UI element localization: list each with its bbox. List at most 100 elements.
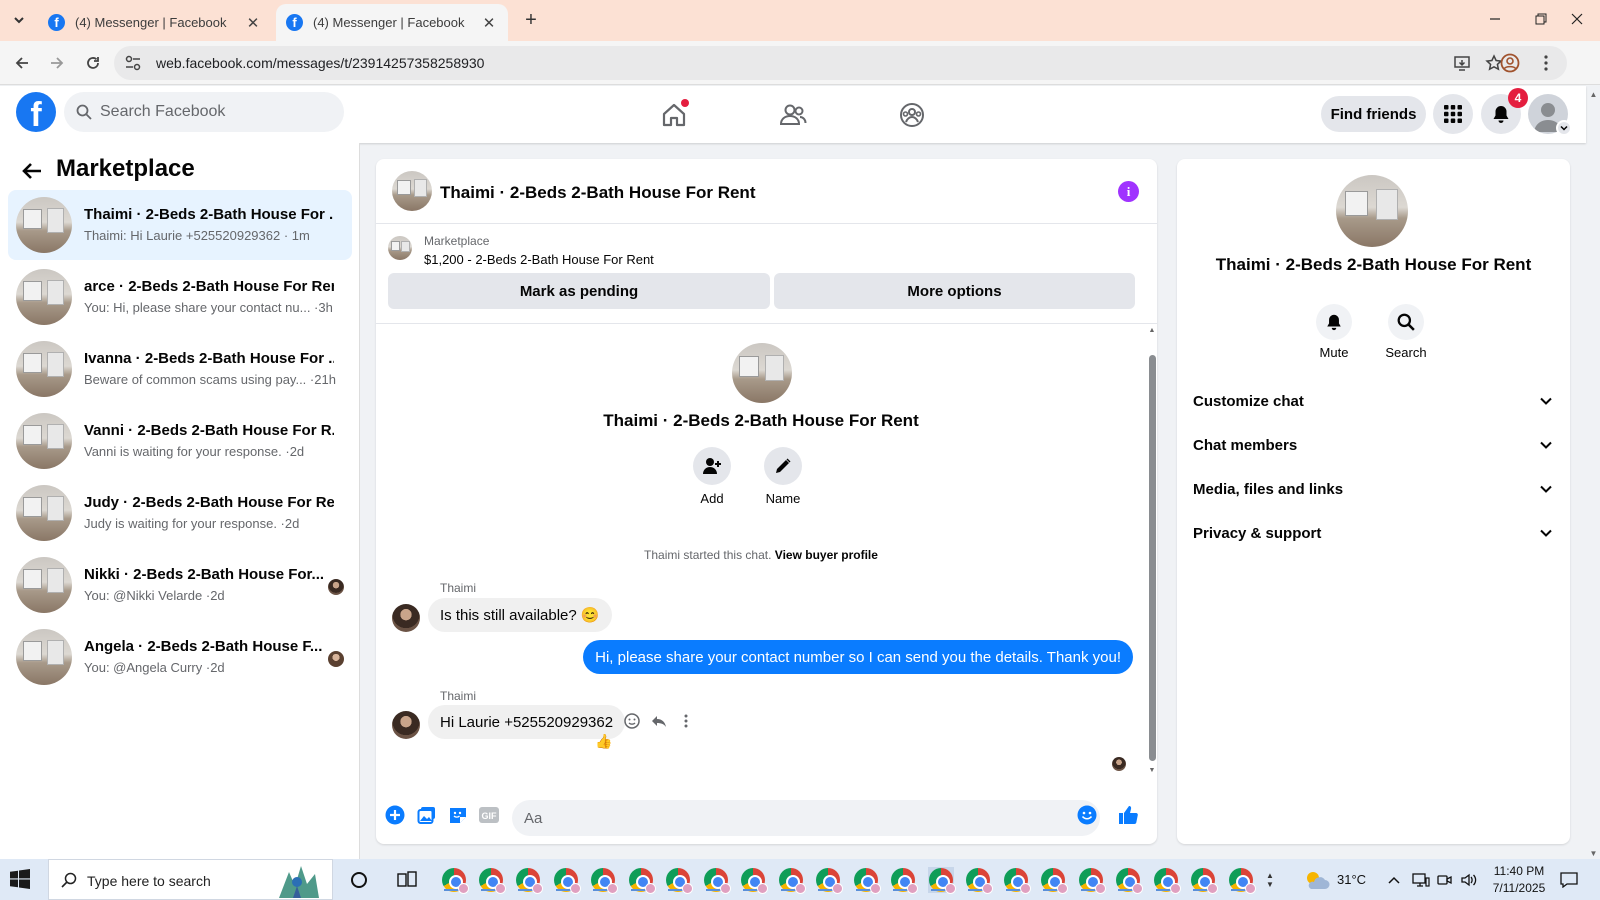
minimize-button[interactable] — [1472, 0, 1518, 38]
chrome-taskbar-icon[interactable] — [853, 867, 881, 894]
chrome-taskbar-icon[interactable] — [815, 867, 843, 894]
mark-as-pending-button[interactable]: Mark as pending — [388, 273, 770, 309]
incoming-message[interactable]: Is this still available? 😊 — [428, 598, 612, 632]
taskbar-overflow-arrows[interactable]: ▲ ▼ — [1266, 859, 1274, 900]
chrome-menu-icon[interactable] — [1536, 53, 1556, 73]
thumbs-up-reaction[interactable]: 👍 — [595, 733, 612, 750]
action-center-icon[interactable] — [1560, 859, 1578, 900]
chrome-taskbar-icon[interactable] — [628, 867, 656, 894]
show-hidden-icons[interactable] — [1388, 859, 1400, 900]
privacy-support-section[interactable]: Privacy & support — [1193, 513, 1553, 553]
attach-photo-icon[interactable] — [416, 804, 438, 826]
chrome-taskbar-icon[interactable] — [1190, 867, 1218, 894]
reload-button[interactable] — [81, 51, 105, 75]
tab-search-button[interactable] — [8, 9, 30, 31]
conversation-item[interactable]: Thaimi · 2-Beds 2-Bath House For ... Tha… — [8, 190, 352, 260]
find-friends-button[interactable]: Find friends — [1321, 96, 1426, 132]
forward-button[interactable] — [45, 51, 69, 75]
chrome-taskbar-icon[interactable] — [1228, 867, 1256, 894]
mute-button[interactable] — [1316, 304, 1352, 340]
browser-tab[interactable]: f (4) Messenger | Facebook ✕ — [38, 4, 272, 41]
facebook-search-input[interactable] — [100, 92, 330, 132]
home-nav-button[interactable] — [654, 95, 694, 135]
chat-members-section[interactable]: Chat members — [1193, 425, 1553, 465]
sender-avatar[interactable] — [392, 604, 420, 632]
address-bar[interactable]: web.facebook.com/messages/t/239142573582… — [114, 46, 1567, 80]
chrome-taskbar-icon[interactable] — [703, 867, 731, 894]
chrome-taskbar-icon[interactable] — [890, 867, 918, 894]
conversation-item[interactable]: Ivanna · 2-Beds 2-Bath House For ... Bew… — [8, 334, 352, 404]
windows-start-icon[interactable] — [10, 869, 30, 889]
volume-icon[interactable] — [1460, 859, 1478, 900]
conversation-item[interactable]: Angela · 2-Beds 2-Bath House F... You: @… — [8, 622, 352, 692]
chrome-taskbar-icon[interactable] — [665, 867, 693, 894]
chrome-taskbar-icon[interactable] — [515, 867, 543, 894]
install-app-icon[interactable] — [1452, 53, 1472, 73]
account-menu-chevron-icon[interactable] — [1556, 120, 1572, 136]
weather-widget[interactable]: 31°C — [1303, 859, 1366, 900]
sticker-icon[interactable] — [447, 804, 469, 826]
more-actions-plus-icon[interactable] — [384, 804, 406, 826]
cortana-icon[interactable] — [346, 867, 372, 893]
listing-price-title[interactable]: $1,200 - 2-Beds 2-Bath House For Rent — [424, 252, 654, 267]
customize-chat-section[interactable]: Customize chat — [1193, 381, 1553, 421]
message-input[interactable] — [512, 800, 1100, 836]
more-options-button[interactable]: More options — [774, 273, 1135, 309]
search-conversation-button[interactable] — [1388, 304, 1424, 340]
message-scrollbar[interactable]: ▲ ▼ — [1147, 325, 1157, 790]
profile-icon[interactable] — [1500, 53, 1520, 73]
chrome-taskbar-icon[interactable] — [1078, 867, 1106, 894]
react-button[interactable] — [621, 710, 643, 732]
close-window-button[interactable] — [1554, 0, 1600, 38]
chrome-taskbar-icon[interactable] — [1040, 867, 1068, 894]
chrome-taskbar-icon[interactable] — [965, 867, 993, 894]
outgoing-message[interactable]: Hi, please share your contact number so … — [583, 640, 1133, 674]
chrome-taskbar-icon[interactable] — [1115, 867, 1143, 894]
chat-avatar[interactable] — [392, 171, 432, 211]
conversation-item[interactable]: Vanni · 2-Beds 2-Bath House For R... Van… — [8, 406, 352, 476]
chrome-taskbar-icon[interactable] — [553, 867, 581, 894]
reply-button[interactable] — [648, 710, 670, 732]
back-arrow-icon[interactable] — [20, 159, 44, 183]
system-clock[interactable]: 11:40 PM 7/11/2025 — [1484, 863, 1554, 897]
task-view-icon[interactable] — [394, 867, 420, 893]
chrome-taskbar-icon[interactable] — [1153, 867, 1181, 894]
network-icon[interactable] — [1412, 859, 1430, 900]
taskbar-search[interactable]: Type here to search — [48, 859, 333, 900]
back-button[interactable] — [10, 51, 34, 75]
webcam-icon[interactable] — [1436, 859, 1452, 900]
groups-nav-button[interactable] — [892, 95, 932, 135]
menu-button[interactable] — [1433, 94, 1473, 134]
conversation-item[interactable]: Nikki · 2-Beds 2-Bath House For... You: … — [8, 550, 352, 620]
media-files-links-section[interactable]: Media, files and links — [1193, 469, 1553, 509]
close-tab-icon[interactable]: ✕ — [480, 14, 498, 32]
chrome-taskbar-icon[interactable] — [740, 867, 768, 894]
chat-title[interactable]: Thaimi · 2-Beds 2-Bath House For Rent — [440, 183, 755, 203]
page-scroll-up-icon[interactable]: ▲ — [1587, 88, 1600, 100]
chrome-taskbar-icon[interactable] — [590, 867, 618, 894]
friends-nav-button[interactable] — [773, 95, 813, 135]
close-tab-icon[interactable]: ✕ — [244, 14, 262, 32]
like-thumbs-up-icon[interactable] — [1117, 804, 1139, 826]
facebook-search[interactable] — [64, 92, 344, 132]
new-tab-button[interactable]: + — [520, 9, 542, 31]
facebook-logo-icon[interactable]: f — [16, 92, 56, 132]
info-icon[interactable]: i — [1118, 181, 1139, 202]
conversation-item[interactable]: Judy · 2-Beds 2-Bath House For Re... Jud… — [8, 478, 352, 548]
emoji-icon[interactable] — [1076, 804, 1098, 826]
site-settings-icon[interactable] — [124, 54, 142, 72]
page-scroll-down-icon[interactable]: ▼ — [1587, 847, 1600, 859]
listing-thumbnail[interactable] — [388, 236, 412, 260]
add-people-button[interactable] — [693, 447, 731, 485]
chrome-taskbar-icon-active[interactable] — [928, 867, 956, 894]
chrome-taskbar-icon[interactable] — [478, 867, 506, 894]
conversation-item[interactable]: arce · 2-Beds 2-Bath House For Rent You:… — [8, 262, 352, 332]
chrome-taskbar-icon[interactable] — [441, 867, 469, 894]
edit-name-button[interactable] — [764, 447, 802, 485]
sender-avatar[interactable] — [392, 711, 420, 739]
chrome-taskbar-icon[interactable] — [1003, 867, 1031, 894]
more-actions-button[interactable] — [675, 710, 697, 732]
gif-icon[interactable]: GIF — [478, 804, 500, 826]
view-buyer-profile-link[interactable]: View buyer profile — [775, 548, 878, 562]
chrome-taskbar-icon[interactable] — [778, 867, 806, 894]
